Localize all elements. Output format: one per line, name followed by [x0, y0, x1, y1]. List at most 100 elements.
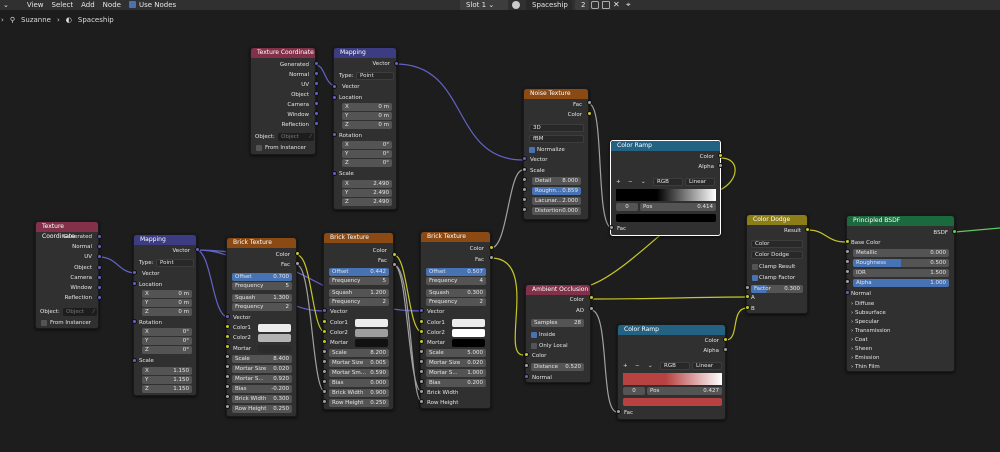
- scale-z[interactable]: Z 1.150: [142, 385, 192, 393]
- node-socket[interactable]: [131, 280, 137, 286]
- node-socket[interactable]: [418, 398, 424, 404]
- factor-field[interactable]: Factor 0.300: [751, 285, 803, 293]
- node-socket[interactable]: [331, 83, 337, 89]
- node-socket[interactable]: [586, 110, 592, 116]
- location-x[interactable]: X0 m: [342, 103, 392, 111]
- node-socket[interactable]: [744, 304, 750, 310]
- bias-field[interactable]: Bias 0.200: [426, 379, 486, 387]
- node-socket[interactable]: [418, 318, 424, 324]
- node-socket[interactable]: [96, 253, 102, 259]
- scale-field[interactable]: Scale 8.400: [232, 355, 292, 363]
- interpolation-dropdown[interactable]: Linear: [692, 362, 722, 370]
- node-brick-texture-2[interactable]: Brick Texture Color Fac Offset 0.442 Freq…: [323, 232, 394, 410]
- add-stop-button[interactable]: +: [616, 178, 621, 186]
- chevron-down-icon[interactable]: ⌄: [648, 362, 653, 370]
- rotation-z[interactable]: Z 0°: [342, 159, 392, 167]
- node-socket[interactable]: [744, 293, 750, 299]
- node-socket[interactable]: [321, 358, 327, 364]
- panel-transmission[interactable]: › Transmission: [851, 327, 890, 335]
- node-socket[interactable]: [717, 152, 723, 158]
- node-socket[interactable]: [96, 264, 102, 270]
- color2-swatch[interactable]: [355, 329, 388, 337]
- node-socket[interactable]: [586, 99, 592, 105]
- node-socket[interactable]: [418, 338, 424, 344]
- node-socket[interactable]: [608, 224, 614, 230]
- node-header[interactable]: Mapping: [334, 48, 396, 58]
- chevron-down-icon[interactable]: ⌄: [641, 178, 646, 186]
- node-header[interactable]: Ambient Occlusion: [526, 285, 590, 295]
- location-x[interactable]: X0 m: [142, 290, 192, 298]
- node-socket[interactable]: [313, 70, 319, 76]
- node-socket[interactable]: [615, 408, 621, 414]
- offset-field[interactable]: Offset 0.700: [232, 273, 292, 281]
- node-socket[interactable]: [294, 260, 300, 266]
- squash-frequency-field[interactable]: Frequency 2: [232, 303, 292, 311]
- node-socket[interactable]: [418, 388, 424, 394]
- node-socket[interactable]: [804, 226, 810, 232]
- mortar-swatch[interactable]: [452, 339, 485, 347]
- node-socket[interactable]: [717, 162, 723, 168]
- node-socket[interactable]: [96, 284, 102, 290]
- node-socket[interactable]: [96, 243, 102, 249]
- eyedropper-icon[interactable]: ⁄: [93, 308, 94, 316]
- node-socket[interactable]: [844, 258, 850, 264]
- node-socket[interactable]: [321, 348, 327, 354]
- node-color-dodge[interactable]: Color Dodge Result Color Color Dodge Cla…: [746, 214, 808, 314]
- node-socket[interactable]: [194, 246, 200, 252]
- noise-type-dropdown[interactable]: fBM: [529, 135, 584, 143]
- brick-width-field[interactable]: Brick Width 0.900: [329, 389, 389, 397]
- rotation-x[interactable]: X 0°: [342, 141, 392, 149]
- mortar-size-field[interactable]: Mortar Size 0.020: [232, 365, 292, 373]
- node-socket[interactable]: [321, 307, 327, 313]
- node-socket[interactable]: [521, 166, 527, 172]
- clamp-result-checkbox[interactable]: [752, 264, 758, 270]
- bias-field[interactable]: Bias 0.000: [329, 379, 389, 387]
- node-socket[interactable]: [131, 269, 137, 275]
- node-socket[interactable]: [294, 250, 300, 256]
- inside-checkbox[interactable]: [531, 332, 537, 338]
- stop-position-field[interactable]: Pos 0.427: [647, 387, 722, 395]
- node-socket[interactable]: [844, 238, 850, 244]
- ior-field[interactable]: IOR 1.500: [853, 269, 949, 277]
- bias-field[interactable]: Bias -0.200: [232, 385, 292, 393]
- node-header[interactable]: Color Dodge: [747, 215, 807, 225]
- node-noise-texture[interactable]: Noise Texture Fac Color 3D fBM Normalize…: [523, 88, 589, 220]
- color-mode-dropdown[interactable]: RGB: [660, 362, 690, 370]
- mortar-smooth-field[interactable]: Mortar S... 1.000: [426, 369, 486, 377]
- node-socket[interactable]: [418, 368, 424, 374]
- node-socket[interactable]: [321, 318, 327, 324]
- node-socket[interactable]: [951, 228, 957, 234]
- ramp-gradient[interactable]: [616, 189, 716, 201]
- from-instancer-checkbox[interactable]: [41, 320, 47, 326]
- location-z[interactable]: Z0 m: [342, 121, 392, 129]
- stop-color-swatch[interactable]: [623, 398, 722, 406]
- node-socket[interactable]: [418, 348, 424, 354]
- node-socket[interactable]: [131, 318, 137, 324]
- mortar-swatch[interactable]: [258, 345, 291, 353]
- node-socket[interactable]: [722, 346, 728, 352]
- node-socket[interactable]: [844, 268, 850, 274]
- node-socket[interactable]: [488, 244, 494, 250]
- node-socket[interactable]: [418, 358, 424, 364]
- panel-specular[interactable]: › Specular: [851, 318, 879, 326]
- node-socket[interactable]: [313, 90, 319, 96]
- scale-y[interactable]: Y 2.490: [342, 189, 392, 197]
- node-header[interactable]: Noise Texture: [524, 89, 588, 99]
- location-y[interactable]: Y0 m: [142, 299, 192, 307]
- scale-x[interactable]: X 2.490: [342, 180, 392, 188]
- squash-field[interactable]: Squash 1.300: [232, 294, 292, 302]
- mortar-swatch[interactable]: [355, 339, 388, 347]
- node-brick-texture-1[interactable]: Brick Texture Color Fac Offset 0.700 Freq…: [226, 237, 297, 417]
- from-instancer-checkbox[interactable]: [256, 145, 262, 151]
- alpha-field[interactable]: Alpha 1.000: [853, 279, 949, 287]
- offset-field[interactable]: Offset 0.442: [329, 268, 389, 276]
- node-socket[interactable]: [331, 131, 337, 137]
- node-socket[interactable]: [321, 388, 327, 394]
- color1-swatch[interactable]: [258, 324, 291, 332]
- clamp-factor-checkbox[interactable]: [752, 275, 758, 281]
- node-socket[interactable]: [313, 80, 319, 86]
- node-socket[interactable]: [224, 403, 230, 409]
- node-socket[interactable]: [313, 110, 319, 116]
- squash-field[interactable]: Squash 0.300: [426, 289, 486, 297]
- node-socket[interactable]: [131, 357, 137, 363]
